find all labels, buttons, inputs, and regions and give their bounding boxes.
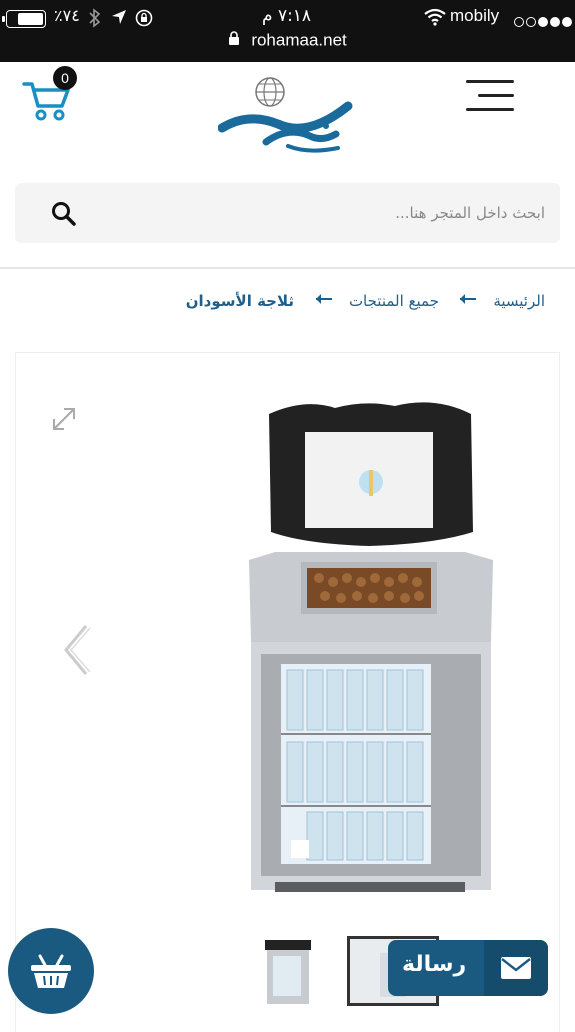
status-time: ٧:١٨ م xyxy=(262,6,312,26)
search-input[interactable] xyxy=(105,193,545,233)
site-logo[interactable] xyxy=(217,68,358,164)
breadcrumb-arrow-icon xyxy=(457,290,477,312)
menu-button[interactable] xyxy=(466,78,516,114)
basket-icon xyxy=(31,954,71,988)
expand-icon[interactable] xyxy=(50,405,78,433)
message-button[interactable]: رسالة xyxy=(388,940,548,996)
breadcrumb-all-products[interactable]: جميع المنتجات xyxy=(349,292,439,310)
header-divider xyxy=(0,267,575,269)
product-thumbnail[interactable] xyxy=(245,936,325,1006)
carrier-name: mobily xyxy=(450,6,500,25)
breadcrumb-current: ثلاجة الأسودان xyxy=(185,292,294,310)
address-bar[interactable]: rohamaa.net xyxy=(0,30,575,58)
url-text: rohamaa.net xyxy=(251,30,347,50)
lock-icon xyxy=(228,31,240,50)
status-bar: ٧٤٪ ٧:١٨ م mobily rohamaa.net xyxy=(0,0,575,62)
breadcrumb-home[interactable]: الرئيسية xyxy=(493,292,545,310)
location-icon xyxy=(110,8,128,31)
wifi-icon xyxy=(424,8,446,30)
battery-icon xyxy=(2,10,46,28)
chevron-left-icon[interactable] xyxy=(58,620,94,680)
cart-count-badge: 0 xyxy=(53,66,77,90)
floating-basket-button[interactable] xyxy=(8,928,94,1014)
search-bar xyxy=(15,183,560,243)
breadcrumb: الرئيسية جميع المنتجات ثلاجة الأسودان xyxy=(0,288,575,318)
breadcrumb-arrow-icon xyxy=(313,290,333,312)
mail-icon xyxy=(500,956,532,980)
site-header xyxy=(0,62,575,170)
battery-percent: ٧٤٪ xyxy=(54,6,80,25)
search-icon[interactable] xyxy=(51,201,77,227)
product-image[interactable] xyxy=(235,392,505,902)
signal-icon xyxy=(512,12,572,31)
message-label: رسالة xyxy=(402,952,467,977)
hamburger-icon xyxy=(466,80,514,83)
